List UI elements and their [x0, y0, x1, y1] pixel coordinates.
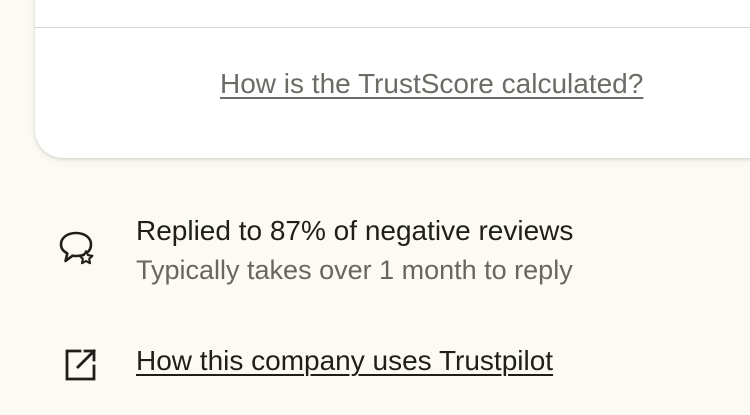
- trustscore-card: How is the TrustScore calculated?: [35, 0, 750, 158]
- company-trustpilot-usage-link[interactable]: How this company uses Trustpilot: [136, 342, 553, 380]
- reply-time-text: Typically takes over 1 month to reply: [136, 255, 573, 285]
- trustpilot-company-info-screen: How is the TrustScore calculated? Replie…: [0, 0, 750, 415]
- trustscore-calculation-link[interactable]: How is the TrustScore calculated?: [220, 67, 643, 101]
- external-link-icon: [60, 345, 100, 385]
- reply-rate-text: Replied to 87% of negative reviews: [136, 215, 574, 246]
- company-usage-row[interactable]: How this company uses Trustpilot: [0, 340, 750, 390]
- chat-bubble-star-icon: [55, 227, 99, 271]
- negative-review-reply-stats: Replied to 87% of negative reviews Typic…: [0, 213, 750, 297]
- card-divider: [35, 27, 750, 28]
